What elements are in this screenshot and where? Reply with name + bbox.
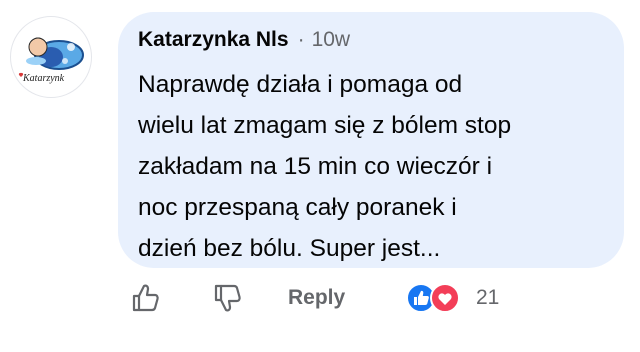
thumbs-up-icon [132,284,159,312]
author-name[interactable]: Katarzynka Nls [138,28,289,52]
thumbs-down-icon [214,284,241,312]
like-button[interactable] [128,280,164,316]
reaction-icons[interactable] [406,282,466,314]
separator-dot: · [297,28,305,51]
timestamp[interactable]: 10w [312,28,351,52]
comment-header: Katarzynka Nls · 10w [138,28,604,58]
love-reaction-icon [430,283,460,313]
reaction-summary[interactable]: 21 [406,282,499,314]
reply-button[interactable]: Reply [288,286,345,310]
comment-actions: Reply 21 [126,278,526,318]
dislike-button[interactable] [210,280,246,316]
comment-bubble: Katarzynka Nls · 10w Naprawdę działa i p… [118,12,624,268]
comment-text: Naprawdę działa i pomaga od wielu lat zm… [138,71,512,262]
comment: Katarzynk Katarzynka Nls · 10w Naprawdę … [0,0,640,352]
avatar[interactable]: Katarzynk [10,16,92,98]
avatar-illustration: Katarzynk [18,37,84,84]
reaction-count[interactable]: 21 [476,286,499,310]
avatar-caption: Katarzynk [22,73,65,84]
